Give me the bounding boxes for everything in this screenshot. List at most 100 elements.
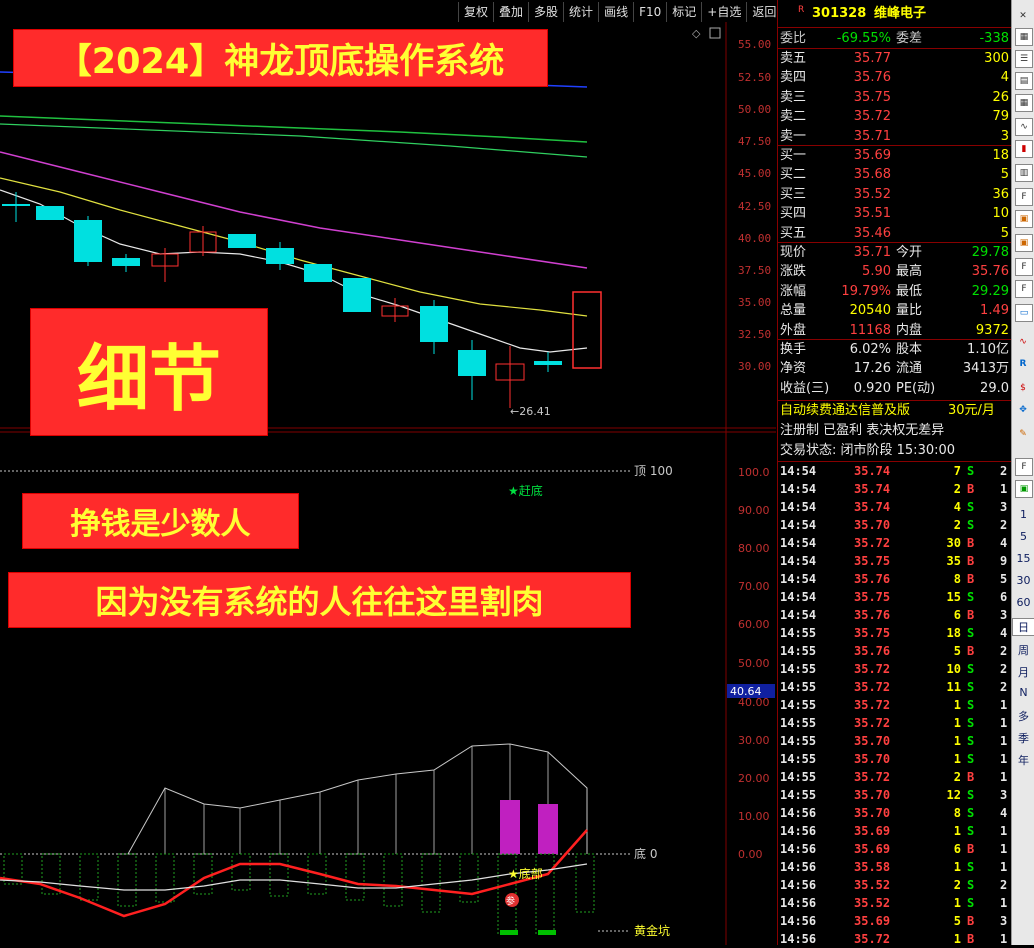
- level-volume: 4: [1000, 70, 1009, 86]
- grid-icon[interactable]: ▦: [1015, 28, 1033, 46]
- toolbar-draw[interactable]: 画线: [598, 2, 633, 22]
- bars-icon[interactable]: ▥: [1015, 164, 1033, 182]
- quote-row: 现价 35.71 今开 29.78: [778, 243, 1011, 262]
- green-bars: [3, 853, 595, 935]
- tick-price: 35.76: [854, 572, 891, 586]
- tick-volume: 10: [946, 662, 961, 676]
- tick-count: 2: [1000, 878, 1008, 892]
- book-icon[interactable]: ▣: [1015, 234, 1033, 252]
- ask-level: 卖二 35.72 79: [778, 107, 1011, 126]
- tick-side: S: [967, 878, 975, 892]
- stat-value: 6.02%: [849, 342, 891, 357]
- period-60[interactable]: 60: [1012, 596, 1034, 609]
- trend-icon[interactable]: ∿: [1015, 334, 1031, 350]
- title-banner: 【2024】神龙顶底操作系统: [14, 30, 547, 86]
- period-n[interactable]: N: [1012, 686, 1034, 699]
- tick-price: 35.70: [854, 518, 891, 532]
- tick-price: 35.70: [854, 788, 891, 802]
- level-volume: 36: [992, 186, 1009, 202]
- tick-time: 14:56: [780, 878, 817, 892]
- list-icon[interactable]: ☰: [1015, 50, 1033, 68]
- period-1[interactable]: 1: [1012, 508, 1034, 521]
- ind-tick: 70.00: [738, 580, 770, 593]
- pit-label: 黄金坑: [634, 923, 670, 938]
- tick-count: 4: [1000, 626, 1008, 640]
- period-30[interactable]: 30: [1012, 574, 1034, 587]
- news-icon[interactable]: ▣: [1015, 210, 1033, 228]
- promo-row[interactable]: 自动续费通达信普及版 30元/月: [778, 401, 1011, 420]
- tick-price: 35.75: [854, 626, 891, 640]
- kline-chart[interactable]: 55.00 52.50 50.00 47.50 45.00 42.50 40.0…: [0, 22, 776, 945]
- line-icon[interactable]: ∿: [1015, 118, 1033, 136]
- quote-panel: R 301328 维峰电子 委比 -69.55% 委差 -338 卖五 35.77…: [777, 0, 1011, 946]
- price-tick: 37.50: [738, 264, 771, 277]
- period-week[interactable]: 周: [1012, 642, 1034, 658]
- tick-volume: 1: [953, 932, 961, 946]
- toolbar-fuquan[interactable]: 复权: [458, 2, 493, 22]
- f12-icon[interactable]: F: [1015, 258, 1033, 276]
- level-price: 35.77: [853, 51, 891, 66]
- side-toolbar: ✕ ▦ ☰ ▤ ▦ ∿ ▮ ▥ F ▣ ▣ F F ▭ ∿ R $ ✥ ✎ F …: [1011, 0, 1034, 945]
- monitor-icon[interactable]: ▭: [1015, 304, 1033, 322]
- stat-value: 29.78: [971, 245, 1009, 260]
- period-5[interactable]: 5: [1012, 530, 1034, 543]
- tick-count: 9: [1000, 554, 1008, 568]
- chart-icon[interactable]: ▤: [1015, 72, 1033, 90]
- bid-level: 买五 35.46 5: [778, 224, 1011, 243]
- period-15[interactable]: 15: [1012, 552, 1034, 565]
- magenta-bar: [500, 800, 520, 854]
- kline-icon[interactable]: ▮: [1015, 140, 1033, 158]
- close-icon[interactable]: ✕: [1015, 8, 1031, 24]
- move-icon[interactable]: ✥: [1015, 402, 1031, 418]
- ind-tick: 20.00: [738, 772, 770, 785]
- stock-name: 维峰电子: [874, 6, 927, 21]
- tick-volume: 1: [953, 860, 961, 874]
- quote-row: 总量 20540 量比 1.49: [778, 301, 1011, 320]
- rsi-icon[interactable]: R: [1015, 356, 1031, 372]
- tick-row: 14:55 35.70 1 S 1: [778, 732, 1011, 750]
- stat-value: 35.76: [971, 264, 1009, 280]
- f7-icon[interactable]: F: [1015, 280, 1033, 298]
- money-icon[interactable]: $: [1015, 380, 1031, 396]
- toolbar-stats[interactable]: 统计: [563, 2, 598, 22]
- tick-time: 14:56: [780, 842, 817, 856]
- fund-row: 收益(三) 0.920 PE(动) 29.0: [778, 379, 1011, 398]
- tick-volume: 1: [953, 734, 961, 748]
- tick-price: 35.74: [854, 482, 891, 496]
- tick-volume: 18: [946, 626, 961, 640]
- period-year[interactable]: 年: [1012, 752, 1034, 768]
- tick-time: 14:56: [780, 896, 817, 910]
- window-icon[interactable]: [709, 27, 721, 39]
- f10-icon[interactable]: F: [1015, 188, 1033, 206]
- diamond-icon[interactable]: ◇: [692, 27, 701, 40]
- image-icon[interactable]: ▣: [1015, 480, 1033, 498]
- toolbar-multi[interactable]: 多股: [528, 2, 563, 22]
- pen-icon[interactable]: ✎: [1015, 426, 1031, 442]
- toolbar-add-watch[interactable]: +自选: [701, 2, 746, 22]
- table-icon[interactable]: ▦: [1015, 94, 1033, 112]
- tick-price: 35.52: [854, 896, 891, 910]
- f5-icon[interactable]: F: [1015, 458, 1033, 476]
- period-quarter[interactable]: 季: [1012, 730, 1034, 746]
- toolbar-mark[interactable]: 标记: [666, 2, 701, 22]
- period-day[interactable]: 日: [1012, 618, 1034, 636]
- tick-count: 2: [1000, 680, 1008, 694]
- ask-level: 卖一 35.71 3: [778, 127, 1011, 146]
- tick-side: S: [967, 680, 975, 694]
- tick-row: 14:56 35.69 1 S 1: [778, 822, 1011, 840]
- bottom-badge-text: 参: [506, 895, 515, 907]
- period-multi[interactable]: 多: [1012, 708, 1034, 724]
- order-ratio-row: 委比 -69.55% 委差 -338: [780, 31, 1009, 46]
- toolbar-overlay[interactable]: 叠加: [493, 2, 528, 22]
- ma-green2: [0, 123, 588, 158]
- tick-volume: 1: [953, 752, 961, 766]
- tick-side: S: [967, 662, 975, 676]
- tick-count: 1: [1000, 752, 1008, 766]
- level-label: 卖三: [780, 89, 807, 105]
- toolbar-f10[interactable]: F10: [633, 2, 666, 22]
- tick-row: 14:54 35.74 7 S 2: [778, 462, 1011, 480]
- period-month[interactable]: 月: [1012, 664, 1034, 680]
- tick-row: 14:54 35.76 6 B 3: [778, 606, 1011, 624]
- stat-label: 收益(三): [780, 380, 830, 396]
- tick-count: 2: [1000, 644, 1008, 658]
